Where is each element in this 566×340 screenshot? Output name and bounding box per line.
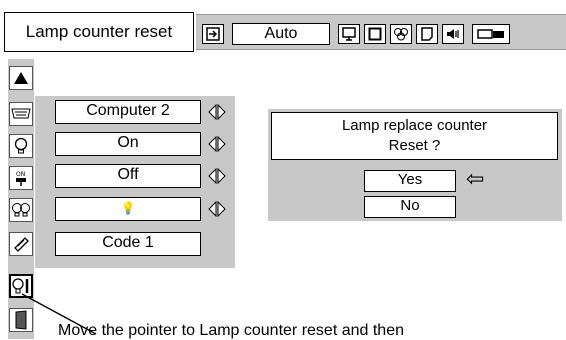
callout-line: [21, 293, 97, 335]
callout-text: Move the pointer to Lamp counter reset a…: [58, 322, 404, 339]
